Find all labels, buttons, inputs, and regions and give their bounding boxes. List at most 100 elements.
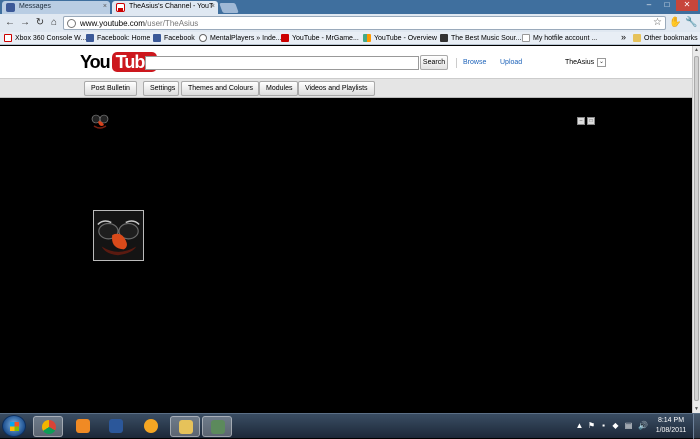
page-scrollbar[interactable]: ▲ ▼	[692, 46, 700, 413]
bookmark-label: Facebook	[164, 35, 195, 42]
taskbar-remote-app[interactable]	[202, 416, 232, 437]
bookmark-facebook[interactable]: Facebook	[153, 33, 195, 44]
disguise-glasses-avatar-icon	[91, 114, 109, 129]
url-path: /user/TheAsius	[144, 19, 199, 28]
page-bookmark-icon	[522, 34, 530, 42]
bookmark-xbox[interactable]: Xbox 360 Console W...	[4, 33, 86, 44]
header-divider	[456, 58, 457, 68]
bookmark-label: MentalPlayers » Inde...	[210, 35, 282, 42]
network-icon[interactable]: ▤	[624, 421, 633, 430]
other-bookmarks-label: Other bookmarks	[644, 35, 698, 42]
search-button[interactable]: Search	[420, 55, 448, 70]
address-bar[interactable]: www.youtube.com/user/TheAsius ☆	[63, 16, 666, 30]
bookmark-label: Facebook: Home	[97, 35, 151, 42]
close-window-button[interactable]: ✕	[676, 0, 698, 11]
youtube-favicon-icon	[116, 3, 125, 12]
word-document-icon	[109, 419, 123, 433]
facebook-favicon-icon	[6, 3, 15, 12]
scroll-down-arrow-icon[interactable]: ▼	[693, 405, 700, 413]
show-desktop-button[interactable]	[693, 414, 700, 439]
logo-you: You	[80, 51, 111, 72]
folder-explorer-icon	[179, 420, 193, 434]
tab-messages[interactable]: Messages ×	[2, 1, 110, 14]
taskbar-word[interactable]	[101, 416, 131, 437]
tab-strip: Messages × TheAsius's Channel - YouT × –…	[0, 0, 700, 14]
bookmarks-overflow-chevron-icon[interactable]: »	[621, 32, 626, 43]
youtube-bookmark-icon	[281, 34, 289, 42]
bookmark-label: YouTube - MrGame...	[292, 35, 359, 42]
music-bookmark-icon	[440, 34, 448, 42]
scrollbar-thumb[interactable]	[694, 56, 699, 401]
monitor-app-icon	[211, 420, 225, 434]
chrome-icon	[42, 420, 56, 434]
clock-date: 1/08/2011	[655, 427, 687, 434]
scroll-up-arrow-icon[interactable]: ▲	[693, 46, 700, 54]
tab-close-icon[interactable]: ×	[103, 1, 107, 13]
bookmark-label: My hotfile account ...	[533, 35, 598, 42]
taskbar-chrome[interactable]	[33, 416, 63, 437]
settings-button[interactable]: Settings	[143, 81, 179, 96]
clock-time: 8:14 PM	[657, 417, 685, 424]
channel-background: – □	[0, 99, 692, 413]
mentalplayers-bookmark-icon	[199, 34, 207, 42]
url-text: www.youtube.com/user/TheAsius	[80, 18, 198, 29]
minimize-button[interactable]: –	[640, 0, 658, 11]
info-app-icon	[144, 419, 158, 433]
tray-app-icon[interactable]: ▪	[599, 421, 608, 430]
bookmark-youtube-overview[interactable]: YouTube - Overview	[363, 33, 437, 44]
bookmark-label: Xbox 360 Console W...	[15, 35, 87, 42]
bookmark-label: The Best Music Sour...	[451, 35, 522, 42]
browse-link[interactable]: Browse	[463, 58, 486, 68]
bookmark-hotfile[interactable]: My hotfile account ...	[522, 33, 597, 44]
show-hidden-icons-chevron-icon[interactable]: ▲	[575, 421, 584, 430]
reload-icon[interactable]: ↻	[34, 17, 46, 29]
bookmarks-bar: Xbox 360 Console W... Facebook: Home Fac…	[0, 32, 700, 45]
username-link[interactable]: TheAsius	[565, 58, 594, 68]
forward-arrow-icon[interactable]: →	[19, 17, 31, 29]
extension-icon[interactable]: ✋	[669, 17, 681, 29]
facebook-bookmark-icon	[153, 34, 161, 42]
bookmark-youtube-mrgame[interactable]: YouTube - MrGame...	[281, 33, 359, 44]
disguise-glasses-profile-icon	[94, 211, 143, 260]
back-arrow-icon[interactable]: ←	[4, 17, 16, 29]
modules-button[interactable]: Modules	[259, 81, 298, 96]
upload-link[interactable]: Upload	[500, 58, 522, 68]
taskbar: ▲ ⚑ ▪ ◆ ▤ 🔊 8:14 PM 1/08/2011	[0, 413, 700, 439]
taskbar-info-app[interactable]	[136, 416, 166, 437]
action-center-flag-icon[interactable]: ⚑	[587, 421, 596, 430]
bookmark-best-music[interactable]: The Best Music Sour...	[440, 33, 521, 44]
other-bookmarks[interactable]: Other bookmarks	[633, 33, 698, 44]
search-input[interactable]	[145, 56, 419, 70]
channel-maximize-icon[interactable]: □	[587, 117, 595, 125]
taskbar-media-player[interactable]	[68, 416, 98, 437]
home-icon[interactable]: ⌂	[48, 17, 60, 29]
channel-edit-bar: Post Bulletin Settings Themes and Colour…	[0, 78, 692, 98]
tab-youtube-channel[interactable]: TheAsius's Channel - YouT ×	[112, 1, 218, 14]
tab-close-icon[interactable]: ×	[211, 1, 215, 13]
user-menu-chevron-down-icon[interactable]: ⌄	[597, 58, 606, 67]
wrench-menu-icon[interactable]: 🔧	[685, 17, 697, 29]
taskbar-clock[interactable]: 8:14 PM 1/08/2011	[651, 416, 691, 436]
start-button[interactable]	[2, 415, 26, 437]
url-host: www.youtube.com	[80, 19, 145, 28]
bookmark-facebook-home[interactable]: Facebook: Home	[86, 33, 150, 44]
globe-icon	[67, 19, 76, 28]
channel-profile-image[interactable]	[93, 210, 144, 261]
google-docs-bookmark-icon	[363, 34, 371, 42]
taskbar-explorer[interactable]	[170, 416, 200, 437]
themes-and-colours-button[interactable]: Themes and Colours	[181, 81, 259, 96]
xbox-bookmark-icon	[4, 34, 12, 42]
tab-label: TheAsius's Channel - YouT	[129, 3, 214, 10]
tray-color-app-icon[interactable]: ◆	[611, 421, 620, 430]
bookmark-star-icon[interactable]: ☆	[653, 17, 662, 29]
facebook-bookmark-icon	[86, 34, 94, 42]
bookmark-mentalplayers[interactable]: MentalPlayers » Inde...	[199, 33, 282, 44]
folder-icon	[633, 34, 641, 42]
new-tab-button[interactable]	[219, 3, 239, 13]
post-bulletin-button[interactable]: Post Bulletin	[84, 81, 137, 96]
bookmark-label: YouTube - Overview	[374, 35, 437, 42]
maximize-button[interactable]: □	[658, 0, 676, 11]
volume-icon[interactable]: 🔊	[638, 421, 648, 430]
channel-minimize-icon[interactable]: –	[577, 117, 585, 125]
videos-and-playlists-button[interactable]: Videos and Playlists	[298, 81, 375, 96]
